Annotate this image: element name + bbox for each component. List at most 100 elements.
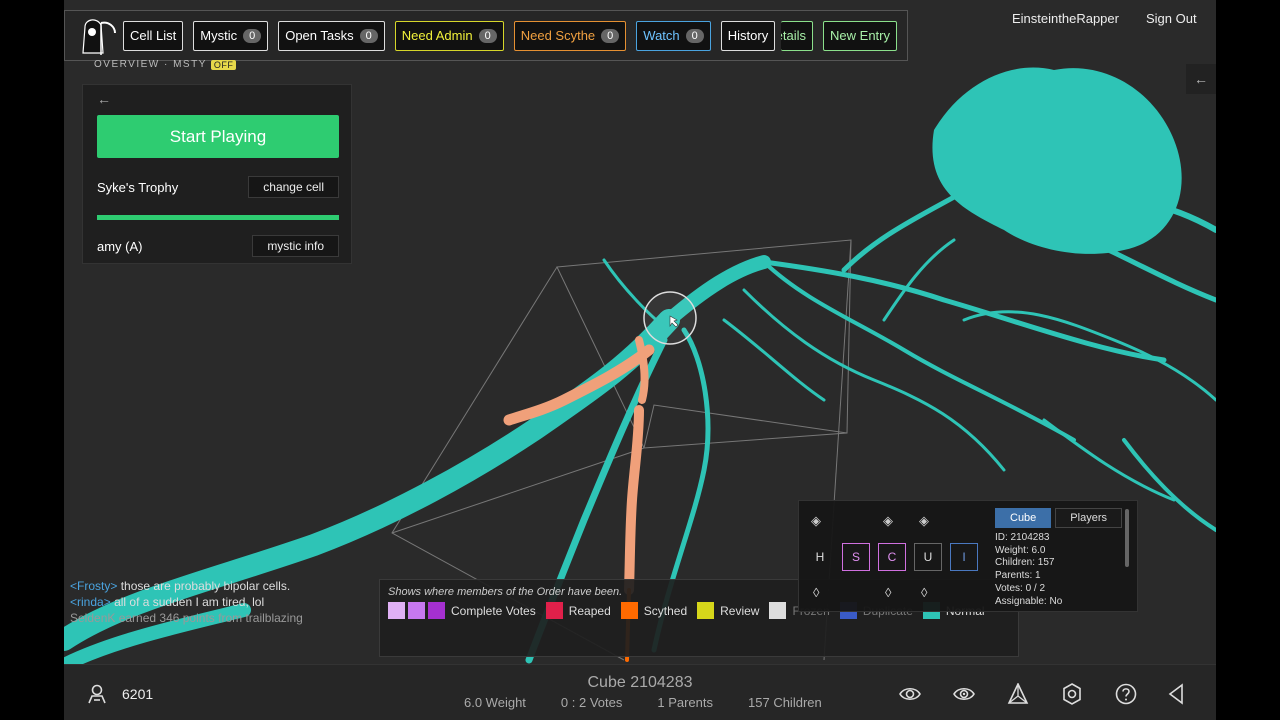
- settings-icon[interactable]: [1061, 683, 1083, 705]
- overview-bar: OVERVIEW · MSTY OFF: [94, 59, 237, 70]
- diamond-small-icon: ◊: [885, 585, 892, 600]
- username-link[interactable]: EinsteintheRapper: [1012, 11, 1119, 26]
- legend-label: Complete Votes: [451, 603, 536, 618]
- cell-panel: ← Start Playing Syke's Trophy change cel…: [82, 84, 352, 264]
- watch-count-badge: 0: [685, 28, 704, 43]
- info-scrollbar[interactable]: [1125, 509, 1129, 567]
- need-scythe-count-badge: 0: [601, 28, 620, 43]
- diamond-small-icon: ◊: [813, 585, 820, 600]
- neuron-soma: [932, 67, 1182, 254]
- mystic-label: Mystic: [200, 28, 238, 43]
- chat-system-message: SeldenK earned 346 points from trailblaz…: [70, 611, 303, 625]
- chat-nick[interactable]: <rinda>: [70, 595, 111, 609]
- cube-assignable: Assignable: No: [995, 595, 1063, 607]
- sound-icon[interactable]: [1165, 683, 1187, 705]
- info-button[interactable]: I: [950, 543, 978, 571]
- unknown-button[interactable]: U: [914, 543, 942, 571]
- scythe-button[interactable]: S: [842, 543, 870, 571]
- legend-swatch: [428, 602, 445, 619]
- mystic-button[interactable]: Mystic 0: [193, 20, 269, 51]
- chat-line: <rinda> all of a sudden I am tired, lol: [70, 594, 370, 610]
- chat-nick-text: rinda: [77, 595, 104, 609]
- cube-parents: Parents: 1: [995, 570, 1041, 582]
- cube-info-panel: ◈ ◈ ◈ H S C U I ◊ ◊ ◊ Cube Players ID: 2…: [798, 500, 1138, 612]
- legend-complete-votes: Complete Votes: [388, 602, 536, 619]
- mystic-count-badge: 0: [243, 28, 262, 43]
- legend-label: Reaped: [568, 603, 611, 618]
- new-entry-label: New Entry: [830, 28, 890, 43]
- stat-parents: 1 Parents: [657, 695, 714, 710]
- stat-weight: 6.0 Weight: [464, 695, 526, 710]
- cube-children: Children: 157: [995, 557, 1055, 569]
- tab-cube[interactable]: Cube: [995, 508, 1052, 528]
- cube-view-icon[interactable]: [1007, 683, 1029, 705]
- player-row: amy (A) mystic info: [97, 235, 339, 257]
- sign-out-link[interactable]: Sign Out: [1146, 11, 1197, 26]
- reaper-logo-icon[interactable]: [71, 15, 117, 57]
- need-scythe-label: Need Scythe: [520, 28, 596, 43]
- legend-label: Scythed: [643, 603, 688, 618]
- chat-nick-text: Frosty: [77, 579, 111, 593]
- change-cell-button[interactable]: change cell: [248, 176, 339, 198]
- cube-tabs: Cube Players: [995, 508, 1122, 528]
- new-entry-button[interactable]: New Entry: [823, 20, 897, 51]
- diamond-icon: ◈: [883, 513, 893, 528]
- watch-button[interactable]: Watch 0: [636, 20, 711, 51]
- collapse-arrow-button[interactable]: ←: [1186, 64, 1216, 94]
- diamond-small-icon: ◊: [921, 585, 928, 600]
- eye-icon[interactable]: [899, 683, 921, 705]
- cube-details-label: be Details: [781, 28, 807, 43]
- legend-review: Review: [697, 602, 759, 619]
- chat-message: all of a sudden I am tired, lol: [114, 595, 265, 609]
- overview-label: OVERVIEW · MSTY: [94, 59, 207, 70]
- need-scythe-button[interactable]: Need Scythe 0: [513, 20, 627, 51]
- cube-details-button[interactable]: be Details: [781, 20, 814, 51]
- cube-weight: Weight: 6.0: [995, 544, 1046, 556]
- cell-row: Syke's Trophy change cell: [97, 176, 339, 198]
- legend-swatch: [620, 602, 638, 619]
- diamond-icon: ◈: [919, 513, 929, 528]
- top-nav: Cell List Mystic 0 Open Tasks 0 Need Admin…: [64, 10, 908, 61]
- open-tasks-label: Open Tasks: [285, 28, 354, 43]
- legend-swatch: [388, 602, 405, 619]
- bottom-bar: 6201 Cube 2104283 6.0 Weight 0 : 2 Votes…: [64, 664, 1216, 720]
- open-tasks-button[interactable]: Open Tasks 0: [278, 20, 385, 51]
- need-admin-label: Need Admin: [401, 28, 473, 43]
- mystic-info-button[interactable]: mystic info: [252, 235, 339, 257]
- tab-players[interactable]: Players: [1055, 508, 1122, 528]
- stat-votes: 0 : 2 Votes: [560, 695, 623, 710]
- hierarchy-button[interactable]: H: [806, 543, 834, 571]
- chat-line: <Frosty> those are probably bipolar cell…: [70, 578, 370, 594]
- watch-label: Watch: [643, 28, 680, 43]
- legend-label: Review: [720, 603, 760, 618]
- history-button[interactable]: History: [720, 20, 776, 51]
- cube-votes: Votes: 0 / 2: [995, 582, 1046, 594]
- legend-reaped: Reaped: [545, 602, 611, 619]
- cube-title: Cube 2104283: [587, 674, 693, 691]
- complete-button[interactable]: C: [878, 543, 906, 571]
- need-admin-button[interactable]: Need Admin 0: [394, 20, 504, 51]
- cell-name: Syke's Trophy: [97, 179, 179, 195]
- diamond-icon: ◈: [811, 513, 821, 528]
- eye-outline-icon[interactable]: [953, 683, 975, 705]
- cube-id: ID: 2104283: [995, 532, 1050, 543]
- need-admin-count-badge: 0: [478, 28, 497, 43]
- cell-list-label: Cell List: [130, 28, 177, 43]
- stat-children: 157 Children: [748, 695, 822, 710]
- msty-toggle[interactable]: OFF: [210, 59, 237, 70]
- chat-log: <Frosty> those are probably bipolar cell…: [70, 578, 370, 626]
- chat-nick[interactable]: <Frosty>: [70, 579, 117, 593]
- cube-stats: 6.0 Weight 0 : 2 Votes 1 Parents 157 Chi…: [464, 695, 822, 710]
- open-tasks-count-badge: 0: [359, 28, 378, 43]
- player-name: amy (A): [97, 238, 143, 254]
- back-arrow-icon[interactable]: ←: [97, 91, 111, 107]
- eyewire-app: Cell List Mystic 0 Open Tasks 0 Need Admin…: [64, 0, 1216, 720]
- legend-swatch: [697, 602, 715, 619]
- cell-progress-bar: [97, 215, 339, 220]
- help-icon[interactable]: [1115, 683, 1137, 705]
- legend-scythed: Scythed: [620, 602, 688, 619]
- history-label: History: [727, 28, 769, 43]
- cell-list-button[interactable]: Cell List: [123, 20, 184, 51]
- start-playing-button[interactable]: Start Playing: [97, 115, 339, 158]
- chat-message: those are probably bipolar cells.: [120, 579, 291, 593]
